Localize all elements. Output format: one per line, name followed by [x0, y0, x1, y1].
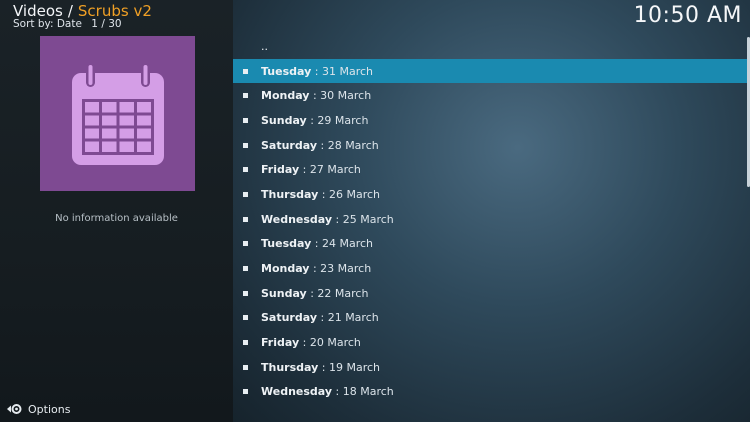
file-list-pane: 10:50 AM .. Tuesday : 31 March Monday : 3…: [233, 0, 750, 422]
bullet-icon: [243, 216, 248, 222]
list-item-date: : 27 March: [299, 163, 361, 177]
list-item[interactable]: Tuesday : 31 March: [233, 58, 747, 84]
options-label: Options: [28, 402, 71, 416]
bullet-icon: [243, 93, 248, 99]
list-item-day: Wednesday: [261, 212, 333, 226]
list-item[interactable]: Sunday : 29 March: [233, 108, 747, 133]
gear-back-icon: [7, 404, 22, 414]
item-position: 1 / 30: [91, 18, 122, 30]
list-item-date: : 28 March: [317, 138, 379, 152]
list-item[interactable]: Saturday : 21 March: [233, 306, 747, 331]
bullet-icon: [243, 142, 248, 148]
list-item-date: : 26 March: [318, 187, 381, 201]
parent-folder-item[interactable]: ..: [233, 34, 747, 59]
list-item-day: Thursday: [261, 187, 319, 201]
bullet-icon: [243, 68, 248, 74]
file-list: .. Tuesday : 31 March Monday : 30 March Su…: [233, 34, 747, 404]
parent-folder-label: ..: [261, 39, 268, 53]
list-item-date: : 19 March: [318, 360, 381, 374]
list-item[interactable]: Saturday : 28 March: [233, 133, 747, 158]
bullet-icon: [243, 241, 248, 247]
list-item[interactable]: Wednesday : 18 March: [233, 380, 747, 405]
list-item-date: : 18 March: [332, 385, 394, 399]
bullet-icon: [243, 167, 248, 173]
list-item-date: : 21 March: [317, 311, 379, 325]
bullet-icon: [243, 290, 248, 296]
clock: 10:50 AM: [633, 3, 742, 28]
list-item-date: : 29 March: [306, 113, 369, 127]
list-item-date: : 31 March: [311, 64, 373, 78]
list-item[interactable]: Sunday : 22 March: [233, 281, 747, 306]
list-item-date: : 23 March: [309, 262, 372, 276]
list-item[interactable]: Wednesday : 25 March: [233, 207, 747, 232]
list-item[interactable]: Monday : 30 March: [233, 83, 747, 108]
list-item-day: Sunday: [261, 286, 307, 300]
list-item-day: Saturday: [261, 138, 317, 152]
list-item-date: : 30 March: [309, 89, 372, 103]
bullet-icon: [243, 117, 248, 123]
list-item-date: : 24 March: [311, 237, 373, 251]
list-item-day: Wednesday: [261, 385, 333, 399]
list-item[interactable]: Thursday : 19 March: [233, 355, 747, 380]
list-item-day: Thursday: [261, 360, 319, 374]
info-panel: Videos/Scrubs v2 Sort by: Date 1 / 30: [0, 0, 233, 422]
bullet-icon: [243, 389, 248, 395]
calendar-icon: [71, 62, 164, 165]
no-info-text: No information available: [55, 213, 178, 224]
list-item-day: Friday: [261, 336, 300, 350]
bullet-icon: [243, 315, 248, 321]
list-item-day: Saturday: [261, 311, 317, 325]
list-item[interactable]: Monday : 23 March: [233, 256, 747, 281]
list-item-date: : 20 March: [299, 336, 361, 350]
bullet-icon: [243, 364, 248, 370]
item-thumbnail: [40, 36, 195, 191]
list-item-day: Friday: [261, 163, 300, 177]
sort-label: Sort by: Date: [13, 18, 82, 30]
list-item[interactable]: Friday : 20 March: [233, 330, 747, 355]
list-item-date: : 25 March: [332, 212, 394, 226]
sort-info: Sort by: Date 1 / 30: [13, 18, 128, 30]
list-item-date: : 22 March: [306, 286, 369, 300]
bullet-icon: [243, 266, 248, 272]
list-item[interactable]: Thursday : 26 March: [233, 182, 747, 207]
list-item[interactable]: Friday : 27 March: [233, 157, 747, 182]
list-item-day: Tuesday: [261, 64, 312, 78]
list-item-day: Monday: [261, 89, 310, 103]
bullet-icon: [243, 191, 248, 197]
options-button[interactable]: Options: [6, 401, 70, 417]
list-item-day: Tuesday: [261, 237, 312, 251]
list-item[interactable]: Tuesday : 24 March: [233, 232, 747, 257]
list-item-day: Sunday: [261, 113, 307, 127]
bullet-icon: [243, 340, 248, 346]
list-item-day: Monday: [261, 262, 310, 276]
